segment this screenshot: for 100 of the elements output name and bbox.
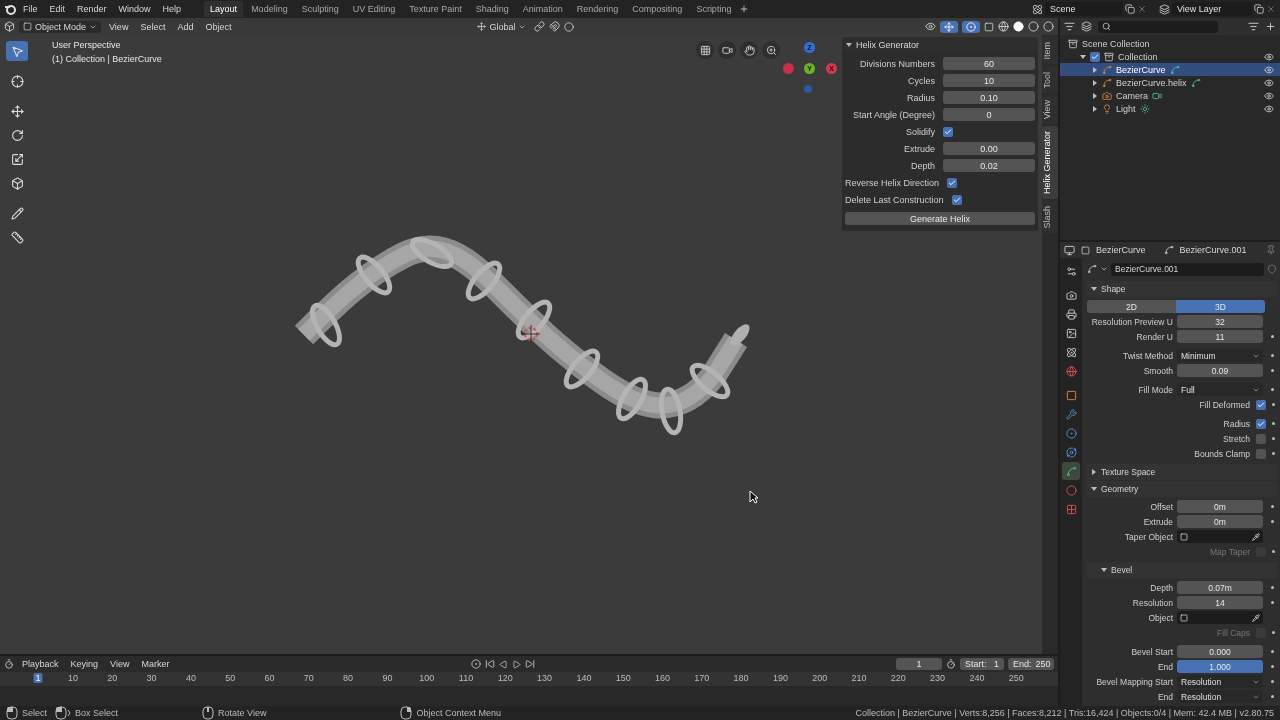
number-field[interactable]: 0.10 — [943, 91, 1035, 104]
collapsed-arrow-icon[interactable] — [1092, 79, 1098, 86]
menu-item[interactable]: Select — [136, 20, 170, 33]
expanded-arrow-icon[interactable] — [1101, 567, 1107, 573]
menu-item[interactable]: Window — [113, 4, 156, 14]
keyframe-dot-icon[interactable] — [1270, 650, 1274, 653]
keyframe-dot-icon[interactable] — [1270, 369, 1274, 372]
menu-item[interactable]: Keying — [66, 658, 103, 670]
start-frame-field[interactable]: Start: 1 — [960, 658, 1004, 670]
eye-icon[interactable] — [1264, 90, 1274, 101]
menu-item[interactable]: Object — [201, 20, 236, 33]
dropdown[interactable]: Resolution — [1177, 675, 1263, 688]
expanded-arrow-icon[interactable] — [1091, 286, 1097, 292]
workspace-tab[interactable]: Scripting — [690, 1, 738, 17]
keyframe-dot-icon[interactable] — [1270, 354, 1274, 357]
gizmo-toggle[interactable] — [940, 20, 958, 33]
keyframe-dot-icon[interactable] — [1270, 335, 1274, 338]
eyedropper-icon[interactable] — [1252, 613, 1260, 622]
eye-icon[interactable] — [1264, 51, 1274, 62]
outliner-row[interactable]: Scene Collection — [1060, 37, 1280, 50]
checkbox[interactable] — [1256, 448, 1266, 459]
eye-icon[interactable] — [1264, 64, 1274, 75]
menu-item[interactable]: View — [105, 20, 133, 33]
number-field[interactable]: 10 — [943, 74, 1035, 87]
view-layer-field[interactable]: View Layer — [1172, 2, 1252, 16]
workspace-tab[interactable]: Compositing — [626, 1, 689, 17]
collapsed-arrow-icon[interactable] — [1091, 469, 1097, 475]
keyframe-dot-icon[interactable] — [1272, 452, 1275, 455]
workspace-tab[interactable]: Modeling — [245, 1, 294, 17]
panel-header[interactable]: Bevel — [1087, 562, 1277, 578]
panel-header[interactable]: Texture Space — [1087, 464, 1277, 480]
end-frame-field[interactable]: End: 250 — [1008, 658, 1054, 670]
number-field[interactable]: 60 — [943, 57, 1035, 70]
object-field[interactable] — [1177, 530, 1263, 543]
search-field[interactable] — [1098, 20, 1218, 33]
orientation-dropdown[interactable]: Global — [473, 20, 531, 33]
close-icon[interactable] — [1266, 4, 1276, 14]
outliner-row[interactable]: BezierCurve.helix — [1060, 76, 1280, 89]
workspace-tab[interactable]: UV Editing — [346, 1, 402, 17]
datablock-field[interactable]: BezierCurve.001 — [1111, 262, 1264, 276]
collapsed-arrow-icon[interactable] — [1092, 105, 1098, 112]
visibility-icon[interactable] — [925, 21, 936, 32]
checkbox[interactable] — [943, 126, 953, 137]
panel-header[interactable]: Helix Generator — [842, 37, 1038, 52]
expanded-arrow-icon[interactable] — [1091, 486, 1097, 492]
xray-icon[interactable] — [984, 21, 994, 32]
number-field[interactable]: 0.09 — [1177, 364, 1263, 377]
view-grid-button[interactable] — [696, 41, 714, 59]
checkbox[interactable] — [1256, 433, 1266, 444]
number-field[interactable]: 0m — [1177, 515, 1263, 528]
wireframe-icon[interactable] — [998, 21, 1009, 32]
new-collection-icon[interactable] — [1265, 21, 1276, 32]
workspace-tab[interactable]: Rendering — [570, 1, 625, 17]
number-field[interactable]: 0.07m — [1177, 581, 1263, 594]
panel-header[interactable]: Shape — [1087, 281, 1277, 297]
proportional-icon[interactable] — [564, 21, 575, 32]
pin-icon[interactable] — [1266, 245, 1276, 255]
properties-tab[interactable] — [1062, 462, 1080, 480]
jump-end-icon[interactable] — [525, 659, 536, 669]
keyframe-dot-icon[interactable] — [1270, 586, 1274, 589]
eyedropper-icon[interactable] — [1252, 532, 1260, 541]
workspace-tab[interactable]: Layout — [204, 1, 244, 17]
display-mode-icon[interactable] — [1081, 21, 1092, 32]
solid-shading-icon[interactable] — [1013, 21, 1024, 32]
copy-icon[interactable] — [1125, 4, 1135, 14]
toggle-option[interactable]: 2D — [1087, 300, 1176, 313]
number-field[interactable]: 0m — [1177, 500, 1263, 513]
keyframe-dot-icon[interactable] — [1272, 422, 1275, 425]
number-field[interactable]: 14 — [1177, 596, 1263, 609]
record-icon[interactable] — [471, 659, 482, 669]
menu-item[interactable]: Edit — [44, 4, 71, 14]
tool-button[interactable] — [6, 41, 28, 61]
sidebar-tab[interactable]: Tool — [1042, 66, 1058, 94]
mode-dropdown[interactable]: Object Mode — [19, 20, 102, 33]
outliner-row-selected[interactable]: BezierCurve — [1060, 63, 1280, 76]
keyframe-dot-icon[interactable] — [1272, 403, 1275, 406]
sidebar-tab[interactable]: Slash — [1042, 201, 1058, 234]
number-field[interactable]: 11 — [1177, 330, 1263, 343]
checkbox[interactable] — [1256, 418, 1266, 429]
dropdown[interactable]: Full — [1177, 383, 1263, 396]
menu-item[interactable]: Help — [157, 4, 187, 14]
material-shading-icon[interactable] — [1028, 21, 1039, 32]
copy-icon[interactable] — [1254, 4, 1264, 14]
outliner-row[interactable]: Light — [1060, 102, 1280, 115]
number-field[interactable]: 0.02 — [943, 159, 1035, 172]
rendered-shading-icon[interactable] — [1043, 21, 1054, 32]
snap-icon[interactable] — [549, 21, 561, 32]
app-logo-icon[interactable] — [4, 3, 16, 15]
workspace-tab[interactable]: Sculpting — [295, 1, 345, 17]
checkbox[interactable] — [951, 194, 962, 205]
expanded-arrow-icon[interactable] — [1080, 53, 1086, 60]
dropdown[interactable]: Resolution — [1177, 690, 1263, 703]
filter-icon[interactable] — [1248, 21, 1259, 32]
dropdown[interactable]: Minimum — [1177, 349, 1263, 362]
sidebar-tab[interactable]: Item — [1042, 37, 1058, 65]
outliner-row[interactable]: Camera — [1060, 89, 1280, 102]
keyframe-dot-icon[interactable] — [1270, 505, 1274, 508]
play-icon[interactable] — [512, 659, 522, 669]
jump-start-icon[interactable] — [485, 659, 496, 669]
keyframe-dot-icon[interactable] — [1272, 437, 1275, 440]
